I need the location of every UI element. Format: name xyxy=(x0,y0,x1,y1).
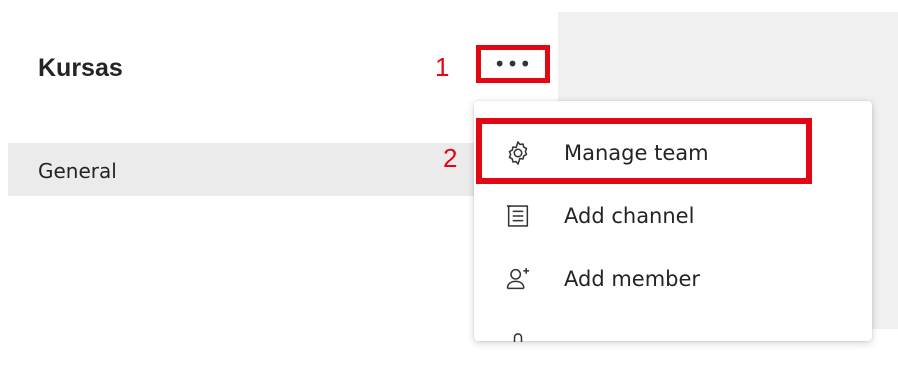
team-name: Kursas xyxy=(38,54,123,82)
menu-item-add-member[interactable]: Add member xyxy=(474,248,872,310)
menu-item-partial[interactable] xyxy=(474,311,872,373)
step-2-annotation: 2 xyxy=(443,143,458,173)
add-person-icon xyxy=(506,267,530,290)
more-options-button[interactable]: ••• xyxy=(476,45,550,83)
menu-item-label: Add channel xyxy=(564,204,695,228)
menu-item-manage-team[interactable]: Manage team xyxy=(474,122,872,184)
gear-icon xyxy=(508,141,528,165)
channel-item-general[interactable]: General xyxy=(8,143,503,196)
channel-label: General xyxy=(38,159,117,183)
menu-item-label: Manage team xyxy=(564,141,709,165)
team-options-menu: Manage team Add channel Add member xyxy=(474,101,872,342)
menu-item-label: Add member xyxy=(564,267,701,291)
menu-item-add-channel[interactable]: Add channel xyxy=(474,185,872,247)
channel-list-icon xyxy=(506,205,529,227)
step-1-annotation: 1 xyxy=(435,52,450,82)
partial-icon xyxy=(513,333,523,342)
